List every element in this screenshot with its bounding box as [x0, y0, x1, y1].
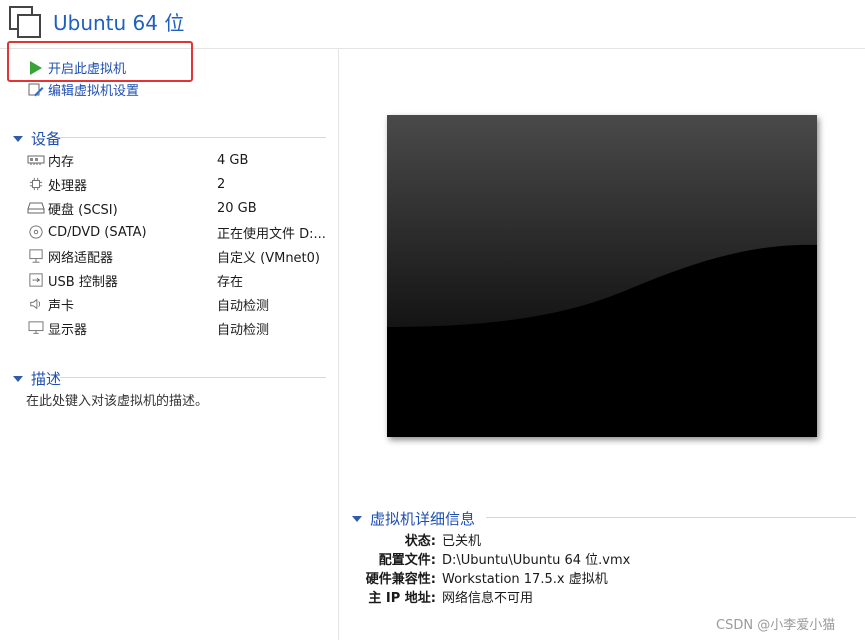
- devices-section-toggle[interactable]: 设备: [13, 128, 61, 149]
- description-input[interactable]: 在此处键入对该虚拟机的描述。: [26, 390, 208, 409]
- speaker-icon: [30, 298, 41, 310]
- collapse-triangle-icon: [13, 135, 23, 142]
- details-heading: 虚拟机详细信息: [370, 510, 476, 528]
- pane-divider: [338, 49, 339, 640]
- device-value: 存在: [217, 274, 244, 290]
- device-value: 2: [217, 176, 226, 192]
- details-section-toggle[interactable]: 虚拟机详细信息: [352, 508, 475, 529]
- detail-key: 状态:: [404, 534, 436, 549]
- collapse-triangle-icon: [352, 515, 362, 522]
- memory-icon: [27, 155, 45, 165]
- devices-heading: 设备: [31, 130, 62, 148]
- detail-key: 硬件兼容性:: [365, 572, 436, 587]
- device-value: 自动检测: [217, 322, 270, 338]
- device-row-memory[interactable]: 内存 4 GB: [27, 149, 332, 171]
- detail-value: 已关机: [442, 534, 482, 549]
- device-row-cd-dvd[interactable]: CD/DVD (SATA) 正在使用文件 D:...: [27, 221, 332, 243]
- device-name: 显示器: [48, 322, 88, 338]
- device-name: 网络适配器: [48, 250, 114, 266]
- section-divider: [486, 517, 856, 518]
- hard-disk-icon: [27, 202, 45, 214]
- usb-icon: [29, 273, 43, 287]
- device-name: CD/DVD (SATA): [48, 224, 147, 240]
- watermark: CSDN @小李爱小猫: [716, 618, 836, 633]
- device-value: 自动检测: [217, 298, 270, 314]
- description-section-toggle[interactable]: 描述: [13, 368, 61, 389]
- edit-settings-button[interactable]: 编辑虚拟机设置: [28, 80, 139, 99]
- detail-value: Workstation 17.5.x 虚拟机: [442, 572, 608, 587]
- device-row-display[interactable]: 显示器 自动检测: [27, 317, 332, 339]
- monitor-icon: [28, 321, 44, 334]
- device-value: 正在使用文件 D:...: [217, 226, 326, 242]
- power-on-label: 开启此虚拟机: [48, 62, 127, 77]
- device-value: 4 GB: [217, 152, 249, 168]
- network-adapter-icon: [29, 249, 43, 263]
- device-name: 硬盘 (SCSI): [48, 202, 118, 218]
- cd-dvd-icon: [29, 225, 43, 239]
- detail-row-ip-address: 主 IP 地址: 网络信息不可用: [352, 587, 533, 606]
- device-name: USB 控制器: [48, 274, 118, 290]
- device-row-network-adapter[interactable]: 网络适配器 自定义 (VMnet0): [27, 245, 332, 267]
- edit-settings-label: 编辑虚拟机设置: [48, 84, 140, 99]
- detail-row-compatibility: 硬件兼容性: Workstation 17.5.x 虚拟机: [352, 568, 608, 587]
- section-divider: [60, 377, 326, 378]
- device-name: 处理器: [48, 178, 88, 194]
- edit-settings-icon: [28, 83, 44, 96]
- device-value: 20 GB: [217, 200, 257, 216]
- detail-key: 配置文件:: [378, 553, 436, 568]
- device-row-hard-disk[interactable]: 硬盘 (SCSI) 20 GB: [27, 197, 332, 219]
- power-on-button[interactable]: 开启此虚拟机: [30, 58, 126, 77]
- device-name: 内存: [48, 154, 75, 170]
- detail-value: 网络信息不可用: [442, 591, 534, 606]
- description-heading: 描述: [31, 370, 62, 388]
- section-divider: [60, 137, 326, 138]
- collapse-triangle-icon: [13, 375, 23, 382]
- cpu-icon: [29, 177, 43, 191]
- detail-row-config-file: 配置文件: D:\Ubuntu\Ubuntu 64 位.vmx: [352, 549, 631, 568]
- page-title: Ubuntu 64 位: [53, 11, 185, 35]
- detail-value: D:\Ubuntu\Ubuntu 64 位.vmx: [442, 553, 631, 568]
- detail-key: 主 IP 地址:: [368, 591, 436, 606]
- device-name: 声卡: [48, 298, 75, 314]
- vm-screen-preview[interactable]: [387, 115, 817, 437]
- detail-row-status: 状态: 已关机: [352, 530, 481, 549]
- device-row-processor[interactable]: 处理器 2: [27, 173, 332, 195]
- play-icon: [30, 60, 42, 75]
- device-row-sound-card[interactable]: 声卡 自动检测: [27, 293, 332, 315]
- vm-icon: [9, 6, 41, 38]
- device-value: 自定义 (VMnet0): [217, 250, 320, 266]
- device-row-usb[interactable]: USB 控制器 存在: [27, 269, 332, 291]
